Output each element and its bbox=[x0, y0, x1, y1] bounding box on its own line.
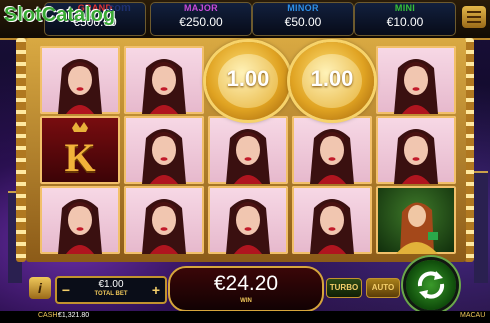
coin-symbol: 1.00 bbox=[206, 42, 290, 120]
k-symbol: K bbox=[40, 116, 120, 184]
status-bar: CASH: €1,321.80 MACAU bbox=[0, 311, 490, 323]
tower-silhouette bbox=[474, 171, 488, 283]
bet-selector: − €1.00 TOTAL BET + bbox=[55, 276, 167, 304]
win-label: WIN bbox=[240, 298, 252, 304]
woman-symbol bbox=[208, 116, 288, 184]
decrease-bet-button[interactable]: − bbox=[57, 280, 75, 300]
spin-arrows-icon bbox=[417, 271, 445, 299]
win-value: €24.20 bbox=[213, 272, 279, 295]
bet-label: TOTAL BET bbox=[94, 291, 128, 297]
woman-symbol bbox=[40, 186, 120, 254]
watermark-logo: SlotCatalog.com bbox=[4, 2, 131, 26]
cash-label: CASH: bbox=[38, 312, 60, 319]
cash-value: €1,321.80 bbox=[58, 312, 90, 319]
increase-bet-button[interactable]: + bbox=[147, 280, 165, 300]
jackpot-mini: MINI €10.00 bbox=[354, 2, 456, 36]
spin-button[interactable] bbox=[406, 260, 456, 310]
hamburger-menu-icon[interactable] bbox=[462, 6, 486, 28]
lady-in-gold-symbol bbox=[376, 186, 456, 254]
win-display: €24.20 WIN bbox=[168, 266, 324, 312]
frame-lights-left bbox=[16, 38, 26, 262]
bet-value: €1.00 bbox=[98, 279, 124, 290]
woman-symbol bbox=[124, 116, 204, 184]
info-button[interactable]: i bbox=[29, 277, 51, 299]
woman-symbol bbox=[40, 46, 120, 114]
woman-symbol bbox=[124, 186, 204, 254]
woman-symbol bbox=[292, 116, 372, 184]
woman-symbol bbox=[376, 116, 456, 184]
jackpot-minor: MINOR €50.00 bbox=[252, 2, 354, 36]
woman-symbol bbox=[208, 186, 288, 254]
reel-grid: K 1.00 1.00 bbox=[36, 42, 456, 256]
turbo-button[interactable]: TURBO bbox=[326, 278, 362, 298]
game-name: MACAU bbox=[460, 312, 486, 319]
woman-symbol bbox=[376, 46, 456, 114]
woman-symbol bbox=[124, 46, 204, 114]
jackpot-major: MAJOR €250.00 bbox=[150, 2, 252, 36]
auto-button[interactable]: AUTO bbox=[366, 278, 400, 298]
woman-symbol bbox=[292, 186, 372, 254]
coin-symbol: 1.00 bbox=[290, 42, 374, 120]
